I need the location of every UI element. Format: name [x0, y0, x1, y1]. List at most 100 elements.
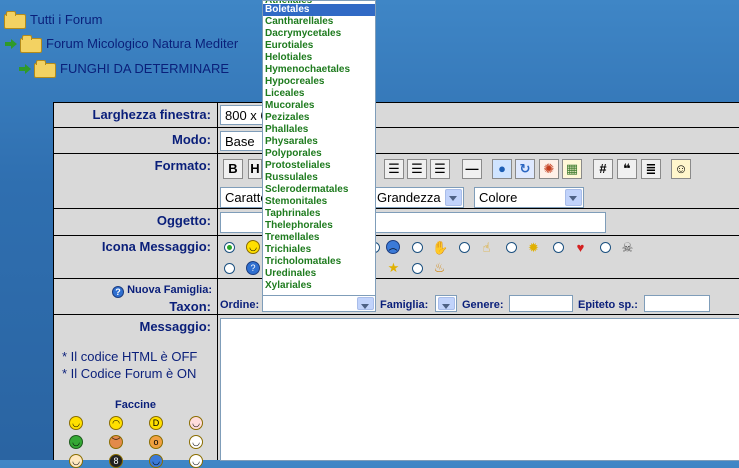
icon-radio[interactable]: [412, 242, 423, 253]
icon-radio[interactable]: [600, 242, 611, 253]
email-link-button[interactable]: ↻: [515, 159, 535, 179]
icon-radio[interactable]: [553, 242, 564, 253]
list-button[interactable]: ≣: [641, 159, 661, 179]
quote-button[interactable]: ❝: [617, 159, 637, 179]
globe-link-button[interactable]: ●: [492, 159, 512, 179]
cool-face-icon[interactable]: ◡: [149, 454, 163, 468]
chevron-down-icon[interactable]: [445, 189, 462, 206]
dropdown-option[interactable]: Helotiales: [263, 52, 375, 64]
dropdown-option[interactable]: Pezizales: [263, 112, 375, 124]
heart-icon: ♥: [576, 240, 585, 255]
new-family-label: ? Nuova Famiglia:: [112, 284, 213, 298]
color-select[interactable]: Colore: [474, 187, 584, 208]
smiley-button[interactable]: ☺: [671, 159, 691, 179]
order-select[interactable]: [262, 295, 376, 312]
mode-select-value: Base: [225, 134, 255, 149]
dropdown-option[interactable]: Russulales: [263, 172, 375, 184]
image-button[interactable]: ▦: [562, 159, 582, 179]
grin-icon[interactable]: ◠: [109, 416, 123, 430]
order-label: Ordine:: [220, 299, 260, 311]
dropdown-option[interactable]: Liceales: [263, 88, 375, 100]
dropdown-option[interactable]: Uredinales: [263, 268, 375, 280]
arrow-icon: [18, 62, 32, 76]
dropdown-option[interactable]: Cantharellales: [263, 16, 375, 28]
chevron-down-icon[interactable]: [438, 297, 455, 310]
align-left-button[interactable]: ☰: [384, 159, 404, 179]
wink-face-icon[interactable]: ◡: [189, 435, 203, 449]
dropdown-option[interactable]: Dacrymycetales: [263, 28, 375, 40]
tongue-face-icon[interactable]: ◡: [189, 454, 203, 468]
dropdown-option-selected[interactable]: Boletales: [263, 4, 375, 16]
message-textarea[interactable]: [220, 318, 739, 461]
dropdown-option[interactable]: Stemonitales: [263, 196, 375, 208]
new-family-text: Nuova Famiglia:: [127, 284, 213, 296]
format-row: Formato: B H ☰ ☰ ☰ — ● ↻ ✺ ▦ # ❝ ≣ ☺ Car…: [54, 153, 739, 209]
breadcrumb-label[interactable]: FUNGHI DA DETERMINARE: [60, 61, 229, 76]
dropdown-option[interactable]: Mucorales: [263, 100, 375, 112]
size-select[interactable]: Grandezza: [372, 187, 464, 208]
icon-radio[interactable]: [412, 263, 423, 274]
chevron-down-icon[interactable]: [357, 297, 374, 310]
clown-face-icon[interactable]: ◡: [69, 454, 83, 468]
dropdown-option[interactable]: Protosteliales: [263, 160, 375, 172]
breadcrumb-item-forum[interactable]: Forum Micologico Natura Mediter: [4, 35, 238, 53]
format-label: Formato:: [154, 158, 211, 173]
icon-radio-1[interactable]: [224, 242, 235, 253]
shock-face-icon[interactable]: o: [149, 435, 163, 449]
dropdown-option[interactable]: Thelephorales: [263, 220, 375, 232]
align-right-button[interactable]: ☰: [430, 159, 450, 179]
icon-radio[interactable]: [459, 242, 470, 253]
html-code-note: * Il codice HTML è OFF: [62, 349, 198, 364]
dropdown-option[interactable]: Polyporales: [263, 148, 375, 160]
palette-icon: ✺: [543, 161, 555, 176]
chevron-down-icon[interactable]: [565, 189, 582, 206]
blush-icon[interactable]: ◡: [189, 416, 203, 430]
forum-code-note: * Il Codice Forum è ON: [62, 366, 197, 381]
breadcrumb-item-all-forums[interactable]: Tutti i Forum: [4, 11, 102, 29]
palette-button[interactable]: ✺: [539, 159, 559, 179]
icon-radio[interactable]: [506, 242, 517, 253]
dropdown-option[interactable]: Hypocreales: [263, 76, 375, 88]
dropdown-option[interactable]: Tricholomatales: [263, 256, 375, 268]
icon-radio[interactable]: [224, 263, 235, 274]
question-icon: ?: [246, 261, 260, 275]
dropdown-option[interactable]: Eurotiales: [263, 40, 375, 52]
family-select[interactable]: [435, 295, 457, 312]
width-row: Larghezza finestra: 800 x 6: [54, 102, 739, 128]
sick-face-icon[interactable]: ◡: [69, 435, 83, 449]
lightbulb-icon: ✹: [528, 240, 539, 255]
species-input[interactable]: [644, 295, 710, 312]
dropdown-option[interactable]: Physarales: [263, 136, 375, 148]
eight-ball-icon[interactable]: 8: [109, 454, 123, 468]
code-button[interactable]: #: [593, 159, 613, 179]
arrow-icon: [4, 37, 18, 51]
dropdown-option[interactable]: Tremellales: [263, 232, 375, 244]
breadcrumb-label[interactable]: Forum Micologico Natura Mediter: [46, 36, 238, 51]
breadcrumb-label[interactable]: Tutti i Forum: [30, 12, 102, 27]
bold-button[interactable]: B: [223, 159, 243, 179]
order-dropdown-list[interactable]: Atheliales Boletales Cantharellales Dacr…: [262, 0, 376, 296]
message-icon-label: Icona Messaggio:: [101, 239, 211, 254]
horizontal-rule-button[interactable]: —: [462, 159, 482, 179]
laugh-icon[interactable]: D: [149, 416, 163, 430]
message-row: Messaggio: * Il codice HTML è OFF * Il C…: [54, 314, 739, 468]
skull-icon: ☠: [621, 240, 634, 255]
dropdown-option[interactable]: Phallales: [263, 124, 375, 136]
dropdown-option[interactable]: Sclerodermatales: [263, 184, 375, 196]
dropdown-option[interactable]: Hymenochaetales: [263, 64, 375, 76]
genus-input[interactable]: [509, 295, 573, 312]
angry-face-icon[interactable]: ︶: [109, 435, 123, 449]
dropdown-option[interactable]: Xylariales: [263, 280, 375, 292]
taxon-row: ? Nuova Famiglia: Taxon: Ordine: Famigli…: [54, 278, 739, 315]
align-right-icon: ☰: [434, 161, 446, 176]
help-icon[interactable]: ?: [112, 286, 124, 298]
align-center-button[interactable]: ☰: [407, 159, 427, 179]
dropdown-option[interactable]: Taphrinales: [263, 208, 375, 220]
image-icon: ▦: [565, 161, 579, 176]
smile-icon[interactable]: ◡: [69, 416, 83, 430]
heading-button[interactable]: H: [248, 159, 262, 179]
star-icon: ★: [387, 260, 400, 275]
genus-label: Genere:: [462, 299, 504, 311]
breadcrumb-item-subforum[interactable]: FUNGHI DA DETERMINARE: [18, 60, 229, 78]
dropdown-option[interactable]: Trichiales: [263, 244, 375, 256]
